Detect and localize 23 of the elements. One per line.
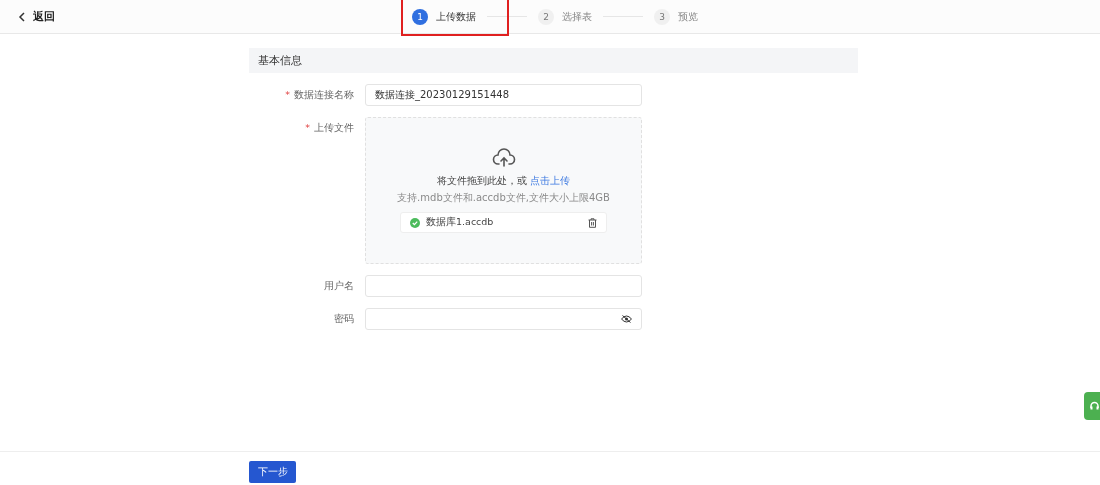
file-name: 数据库1.accdb	[426, 216, 495, 229]
headset-icon	[1090, 401, 1099, 411]
field-label: * 数据连接名称	[284, 88, 355, 102]
password-input[interactable]	[365, 308, 642, 330]
step-item[interactable]: 3 预览	[654, 8, 698, 25]
field-label: * 上传文件	[304, 121, 355, 135]
step-item[interactable]: 1 上传数据	[412, 8, 476, 25]
chevron-left-icon	[18, 11, 26, 22]
back-link[interactable]: 返回	[18, 9, 55, 24]
field-label: 密码	[333, 312, 355, 326]
eye-off-icon[interactable]	[621, 315, 632, 323]
step-item[interactable]: 2 选择表	[538, 8, 592, 25]
field-label: 用户名	[323, 279, 355, 293]
name-input[interactable]: 数据连接_20230129151448	[365, 84, 642, 106]
drop-prompt: 将文件拖到此处，或 点击上传	[437, 175, 570, 188]
trash-icon[interactable]	[588, 217, 597, 228]
upload-hint: 支持.mdb文件和.accdb文件,文件大小上限4GB	[397, 191, 610, 205]
upload-dropzone[interactable]: 将文件拖到此处，或 点击上传 支持.mdb文件和.accdb文件,文件大小上限4GB 数据库1.accdb	[365, 117, 642, 264]
cloud-upload-icon	[491, 148, 516, 168]
next-button[interactable]: 下一步	[249, 461, 296, 483]
username-input[interactable]	[365, 275, 642, 297]
upload-link[interactable]: 点击上传	[530, 175, 570, 186]
section-title: 基本信息	[258, 53, 302, 68]
